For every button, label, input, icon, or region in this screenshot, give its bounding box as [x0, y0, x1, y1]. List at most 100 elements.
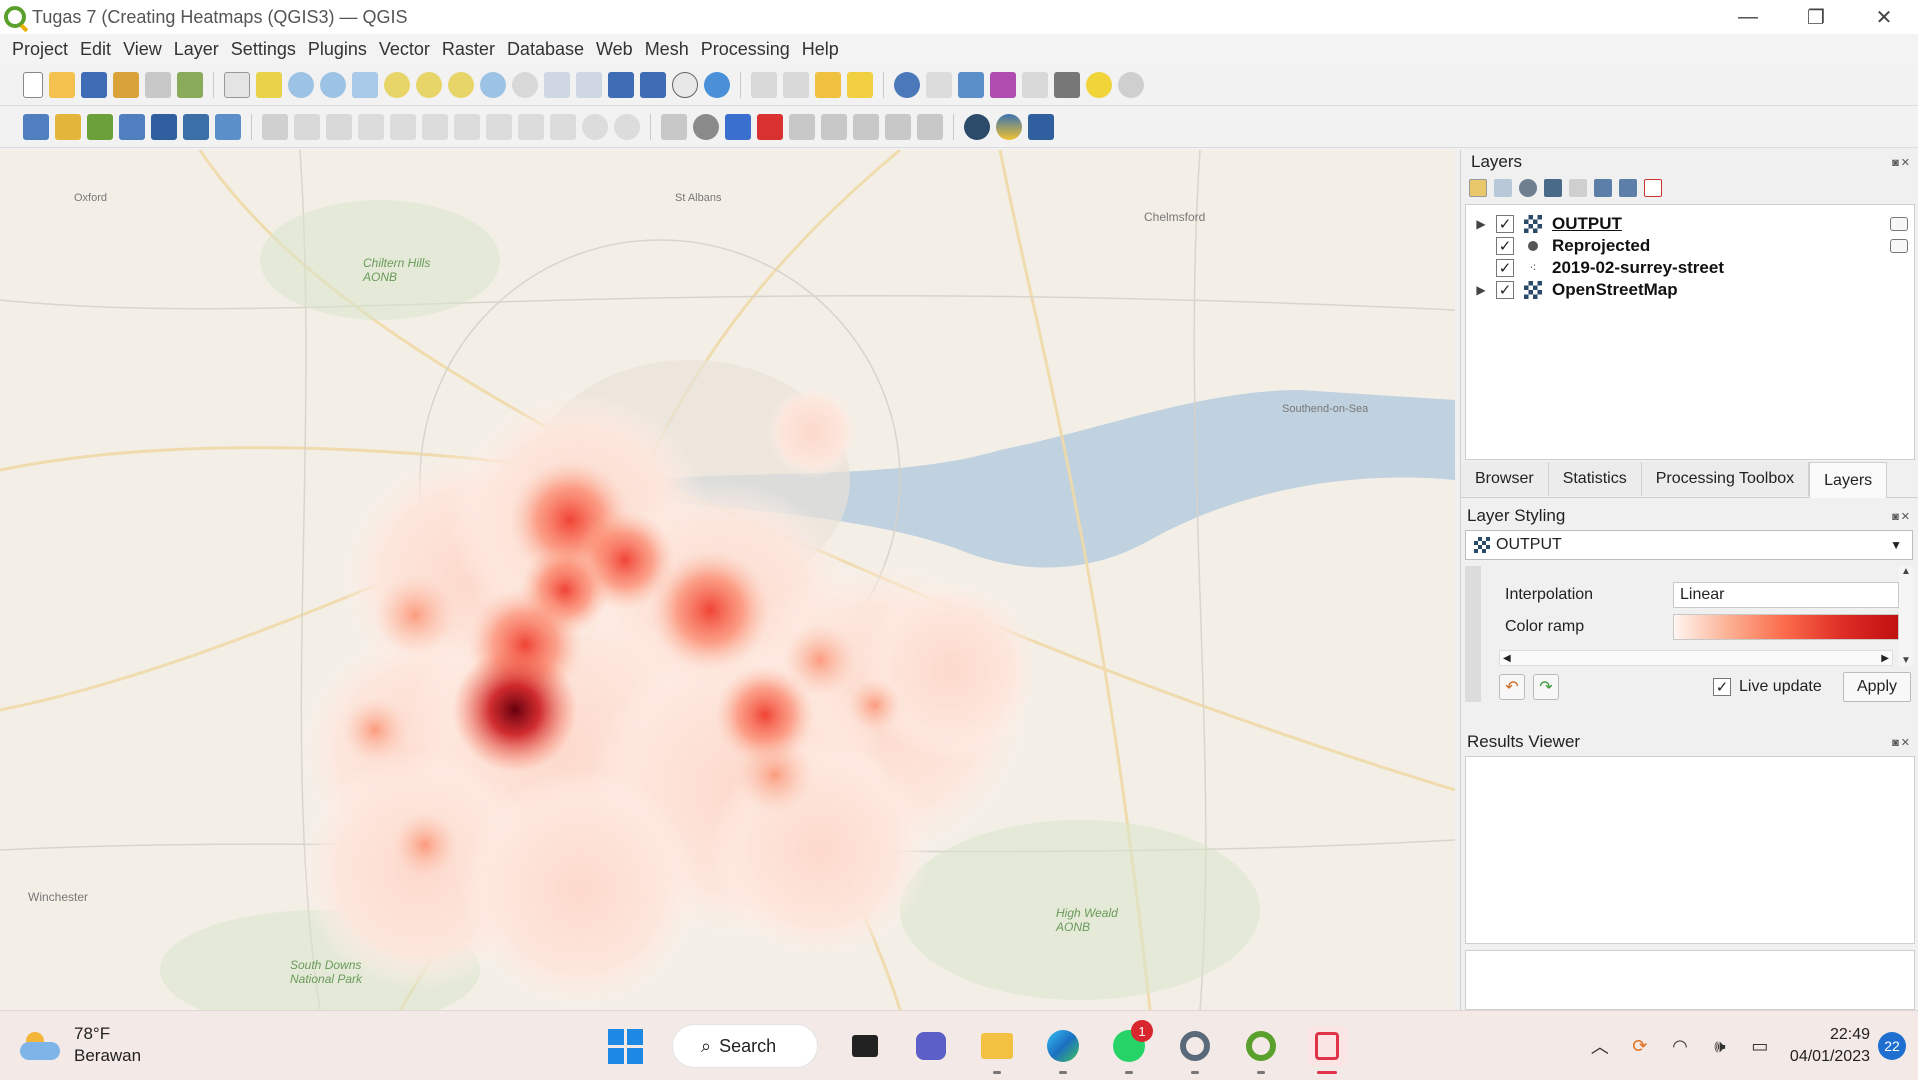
zoom-full-icon[interactable] — [352, 71, 378, 98]
python-console-icon[interactable] — [996, 113, 1022, 140]
add-feature-icon[interactable] — [358, 113, 384, 140]
styling-layer-select[interactable]: OUTPUT ▼ — [1465, 530, 1913, 560]
show-bookmarks-icon[interactable] — [640, 71, 666, 98]
refresh-icon[interactable] — [704, 71, 730, 98]
whatsapp-icon[interactable]: 1 — [1109, 1020, 1153, 1074]
layer-indicator-icon[interactable] — [1890, 239, 1908, 253]
map-tips-icon[interactable] — [1086, 71, 1112, 98]
modify-attributes-icon[interactable] — [422, 113, 448, 140]
globe-icon[interactable] — [964, 113, 990, 140]
filter-legend-icon[interactable] — [1544, 179, 1562, 197]
minimize-button[interactable]: — — [1714, 0, 1782, 34]
notification-badge[interactable]: 22 — [1878, 1032, 1906, 1060]
menu-layer[interactable]: Layer — [174, 39, 219, 60]
pan-icon[interactable] — [224, 71, 250, 98]
zoom-next-icon[interactable] — [512, 71, 538, 98]
expand-all-icon[interactable] — [1594, 179, 1612, 197]
current-edits-icon[interactable] — [262, 113, 288, 140]
menu-edit[interactable]: Edit — [80, 39, 111, 60]
layer-visibility-checkbox[interactable]: ✓ — [1496, 215, 1514, 233]
layer-indicator-icon[interactable] — [1890, 217, 1908, 231]
print-layout-icon[interactable] — [145, 71, 171, 98]
tab-processing-toolbox[interactable]: Processing Toolbox — [1641, 462, 1810, 496]
styling-float-controls[interactable]: ◙✕ — [1892, 510, 1912, 523]
volume-icon[interactable]: 🕪 — [1708, 1034, 1732, 1058]
color-ramp-button[interactable] — [1673, 614, 1899, 640]
results-viewer-detail[interactable] — [1465, 950, 1915, 1010]
layer-visibility-checkbox[interactable]: ✓ — [1496, 281, 1514, 299]
pan-to-selection-icon[interactable] — [256, 71, 282, 98]
statistics-icon[interactable] — [990, 71, 1016, 98]
toggle-editing-icon[interactable] — [294, 113, 320, 140]
save-as-icon[interactable] — [113, 71, 139, 98]
digitize-icon[interactable] — [119, 113, 145, 140]
qgis-app-icon[interactable] — [1241, 1026, 1281, 1074]
results-viewer-list[interactable] — [1465, 756, 1915, 944]
delete-selected-icon[interactable] — [454, 113, 480, 140]
label-toolbar-icon[interactable] — [661, 113, 687, 140]
expand-arrow-icon[interactable]: ▶ — [1472, 283, 1490, 297]
edge-browser-icon[interactable] — [1043, 1026, 1083, 1074]
attribute-table-icon[interactable] — [926, 71, 952, 98]
label-highlight-icon[interactable] — [725, 113, 751, 140]
new-map-view-icon[interactable] — [544, 71, 570, 98]
redo-icon[interactable] — [614, 113, 640, 140]
live-update[interactable]: ✓ Live update — [1713, 678, 1822, 696]
menu-vector[interactable]: Vector — [379, 39, 430, 60]
settings-gear-icon[interactable] — [1175, 1026, 1215, 1074]
zoom-last-icon[interactable] — [480, 71, 506, 98]
layer-visibility-checkbox[interactable]: ✓ — [1496, 237, 1514, 255]
interpolation-select[interactable]: Linear — [1673, 582, 1899, 608]
wifi-icon[interactable]: ◠ — [1668, 1034, 1692, 1058]
apply-button[interactable]: Apply — [1843, 672, 1911, 702]
label-move-icon[interactable] — [789, 113, 815, 140]
field-calculator-icon[interactable] — [958, 71, 984, 98]
menu-processing[interactable]: Processing — [701, 39, 790, 60]
layers-panel-float-controls[interactable]: ◙✕ — [1892, 156, 1912, 169]
zoom-to-selection-icon[interactable] — [384, 71, 410, 98]
menu-web[interactable]: Web — [596, 39, 633, 60]
zoom-in-icon[interactable] — [288, 71, 314, 98]
add-wms-icon[interactable] — [151, 113, 177, 140]
paste-features-icon[interactable] — [550, 113, 576, 140]
menu-raster[interactable]: Raster — [442, 39, 495, 60]
label-show-icon[interactable] — [885, 113, 911, 140]
data-source-manager-icon[interactable] — [23, 113, 49, 140]
clock[interactable]: 22:49 04/01/2023 — [1790, 1024, 1870, 1068]
styling-side-tabs[interactable] — [1465, 566, 1481, 702]
layer-row-openstreetmap[interactable]: ▶ ✓ OpenStreetMap — [1466, 277, 1914, 303]
label-change-icon[interactable] — [917, 113, 943, 140]
menu-project[interactable]: Project — [12, 39, 68, 60]
temporal-controller-icon[interactable] — [672, 71, 698, 98]
manage-visibility-icon[interactable] — [1519, 179, 1537, 197]
expand-arrow-icon[interactable]: ▶ — [1472, 217, 1490, 231]
redo-icon[interactable]: ↷ — [1533, 674, 1559, 700]
map-canvas[interactable]: Oxford St Albans Chelmsford Chiltern Hil… — [0, 150, 1455, 1010]
filter-expression-icon[interactable] — [1569, 179, 1587, 197]
task-view-icon[interactable] — [845, 1026, 885, 1066]
add-wfs-icon[interactable] — [215, 113, 241, 140]
measure-icon[interactable] — [1054, 71, 1080, 98]
menu-help[interactable]: Help — [802, 39, 839, 60]
select-by-value-icon[interactable] — [783, 71, 809, 98]
style-manager-icon[interactable] — [177, 71, 203, 98]
menu-database[interactable]: Database — [507, 39, 584, 60]
open-project-icon[interactable] — [49, 71, 75, 98]
new-3d-view-icon[interactable] — [576, 71, 602, 98]
move-selection-icon[interactable] — [847, 71, 873, 98]
start-icon[interactable] — [605, 1026, 645, 1066]
label-abc-icon[interactable] — [757, 113, 783, 140]
label-rotate-icon[interactable] — [821, 113, 847, 140]
deselect-icon[interactable] — [815, 71, 841, 98]
help-icon[interactable] — [1028, 113, 1054, 140]
weather-widget[interactable]: 78°F Berawan — [20, 1023, 141, 1067]
restore-button[interactable]: ❐ — [1782, 0, 1850, 34]
file-explorer-icon[interactable] — [977, 1026, 1017, 1074]
label-properties-icon[interactable] — [853, 113, 879, 140]
styling-vertical-scrollbar[interactable]: ▲ ▼ — [1899, 566, 1913, 666]
open-table-icon[interactable] — [1022, 71, 1048, 98]
cut-features-icon[interactable] — [486, 113, 512, 140]
chevron-up-icon[interactable]: ︿ — [1588, 1034, 1612, 1058]
copy-features-icon[interactable] — [518, 113, 544, 140]
menu-mesh[interactable]: Mesh — [645, 39, 689, 60]
